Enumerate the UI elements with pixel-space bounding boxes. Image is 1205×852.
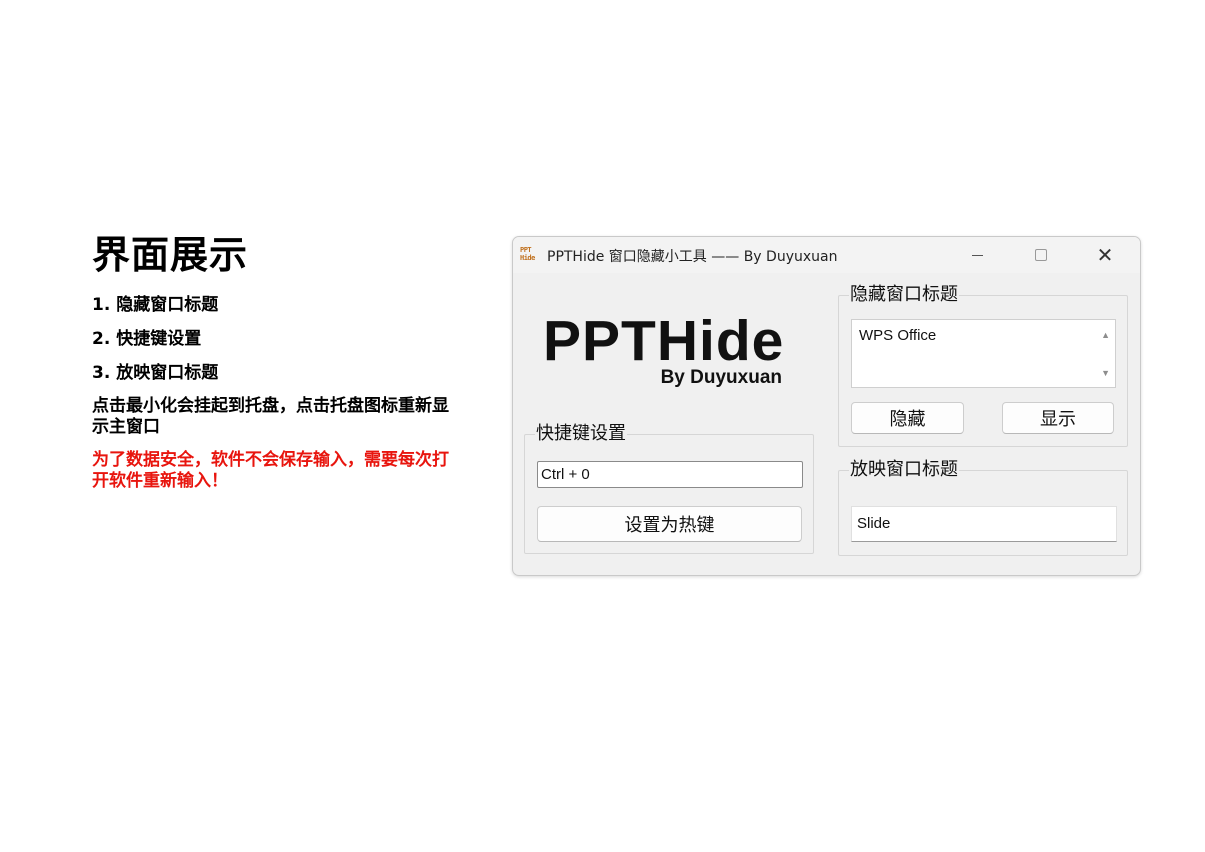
app-window: PPT Hide PPTHide 窗口隐藏小工具 —— By Duyuxuan … bbox=[512, 236, 1141, 576]
logo-author: By Duyuxuan bbox=[660, 367, 782, 388]
feature-list: 1. 隐藏窗口标题 2. 快捷键设置 3. 放映窗口标题 bbox=[92, 288, 472, 390]
close-button[interactable]: ✕ bbox=[1073, 237, 1137, 273]
hotkey-group-title: 快捷键设置 bbox=[535, 423, 627, 445]
warning-note: 为了数据安全，软件不会保存输入，需要每次打开软件重新输入！ bbox=[92, 450, 449, 491]
title-bar[interactable]: PPT Hide PPTHide 窗口隐藏小工具 —— By Duyuxuan … bbox=[513, 237, 1140, 273]
hotkey-input[interactable]: Ctrl + 0 bbox=[537, 461, 803, 488]
logo-title: PPTHide bbox=[543, 309, 785, 373]
description-panel: 界面展示 1. 隐藏窗口标题 2. 快捷键设置 3. 放映窗口标题 点击最小化会… bbox=[92, 232, 472, 492]
feature-item: 2. 快捷键设置 bbox=[92, 329, 202, 349]
hide-title-group: 隐藏窗口标题 WPS Office ▲ ▼ 隐藏 显示 bbox=[838, 284, 1128, 447]
hide-title-textarea[interactable]: WPS Office ▲ ▼ bbox=[851, 319, 1116, 388]
tray-note: 点击最小化会挂起到托盘，点击托盘图标重新显示主窗口 bbox=[92, 396, 449, 437]
feature-item: 3. 放映窗口标题 bbox=[92, 363, 219, 383]
app-icon: PPT Hide bbox=[520, 246, 536, 263]
show-button[interactable]: 显示 bbox=[1002, 402, 1114, 434]
set-hotkey-button[interactable]: 设置为热键 bbox=[537, 506, 802, 542]
minimize-icon bbox=[971, 254, 983, 256]
slideshow-title-input[interactable]: Slide bbox=[851, 506, 1117, 542]
maximize-icon bbox=[1035, 249, 1047, 261]
slideshow-title-group: 放映窗口标题 Slide bbox=[838, 459, 1128, 556]
hotkey-group: 快捷键设置 Ctrl + 0 设置为热键 bbox=[524, 423, 814, 554]
maximize-button[interactable] bbox=[1009, 237, 1073, 273]
scroll-down-icon[interactable]: ▼ bbox=[1101, 368, 1110, 378]
window-title: PPTHide 窗口隐藏小工具 —— By Duyuxuan bbox=[547, 249, 838, 265]
hide-title-value: WPS Office bbox=[859, 327, 937, 344]
app-icon-text-bottom: Hide bbox=[520, 254, 535, 262]
feature-item: 1. 隐藏窗口标题 bbox=[92, 295, 219, 315]
scroll-up-icon[interactable]: ▲ bbox=[1101, 330, 1110, 340]
close-icon: ✕ bbox=[1096, 243, 1114, 267]
slideshow-group-title: 放映窗口标题 bbox=[849, 459, 959, 481]
hide-group-title: 隐藏窗口标题 bbox=[849, 284, 959, 306]
minimize-button[interactable] bbox=[945, 237, 1009, 273]
hide-button[interactable]: 隐藏 bbox=[851, 402, 964, 434]
app-icon-text-top: PPT bbox=[520, 246, 532, 254]
app-logo: PPTHide By Duyuxuan bbox=[543, 311, 793, 391]
page-title: 界面展示 bbox=[92, 233, 249, 277]
